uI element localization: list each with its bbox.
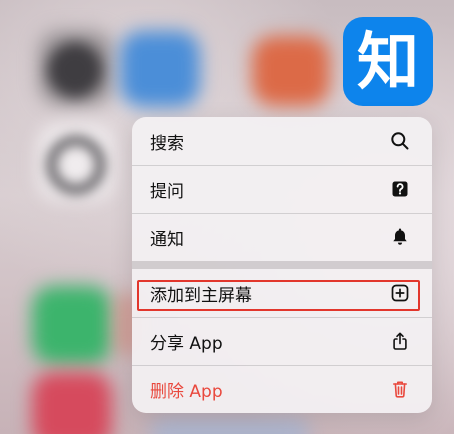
menu-item-delete-app[interactable]: 删除 App xyxy=(132,365,432,413)
blurred-app-icon-detail xyxy=(47,42,103,98)
menu-item-label: 通知 xyxy=(150,229,184,250)
blurred-dock-area xyxy=(150,418,310,434)
bell-icon xyxy=(390,227,410,247)
blurred-app-icon-detail xyxy=(47,136,105,194)
menu-item-label: 删除 App xyxy=(150,381,223,402)
share-icon xyxy=(390,331,410,351)
section-separator xyxy=(132,261,432,269)
home-screen: 知 搜索 提问 通知 添加到主屏幕 分享 App 删除 App xyxy=(0,0,454,434)
menu-item-share-app[interactable]: 分享 App xyxy=(132,317,432,365)
menu-item-add-to-home-screen[interactable]: 添加到主屏幕 xyxy=(132,269,432,317)
menu-item-ask-question[interactable]: 提问 xyxy=(132,165,432,213)
blurred-app-icon xyxy=(252,36,330,106)
menu-item-label: 添加到主屏幕 xyxy=(150,285,252,306)
menu-item-label: 提问 xyxy=(150,181,184,202)
question-icon xyxy=(390,179,410,199)
app-icon-glyph: 知 xyxy=(356,24,419,98)
trash-icon xyxy=(390,379,410,399)
blurred-app-icon xyxy=(120,31,200,107)
menu-item-search[interactable]: 搜索 xyxy=(132,117,432,165)
menu-item-label: 搜索 xyxy=(150,133,184,154)
add-square-icon xyxy=(390,283,410,303)
blurred-app-icon xyxy=(32,286,112,364)
zhihu-app-icon[interactable]: 知 xyxy=(343,17,433,106)
quick-actions-menu: 搜索 提问 通知 添加到主屏幕 分享 App 删除 App xyxy=(132,117,432,413)
menu-item-label: 分享 App xyxy=(150,333,223,354)
menu-item-notifications[interactable]: 通知 xyxy=(132,213,432,261)
search-icon xyxy=(390,131,410,151)
blurred-app-icon xyxy=(32,372,112,434)
